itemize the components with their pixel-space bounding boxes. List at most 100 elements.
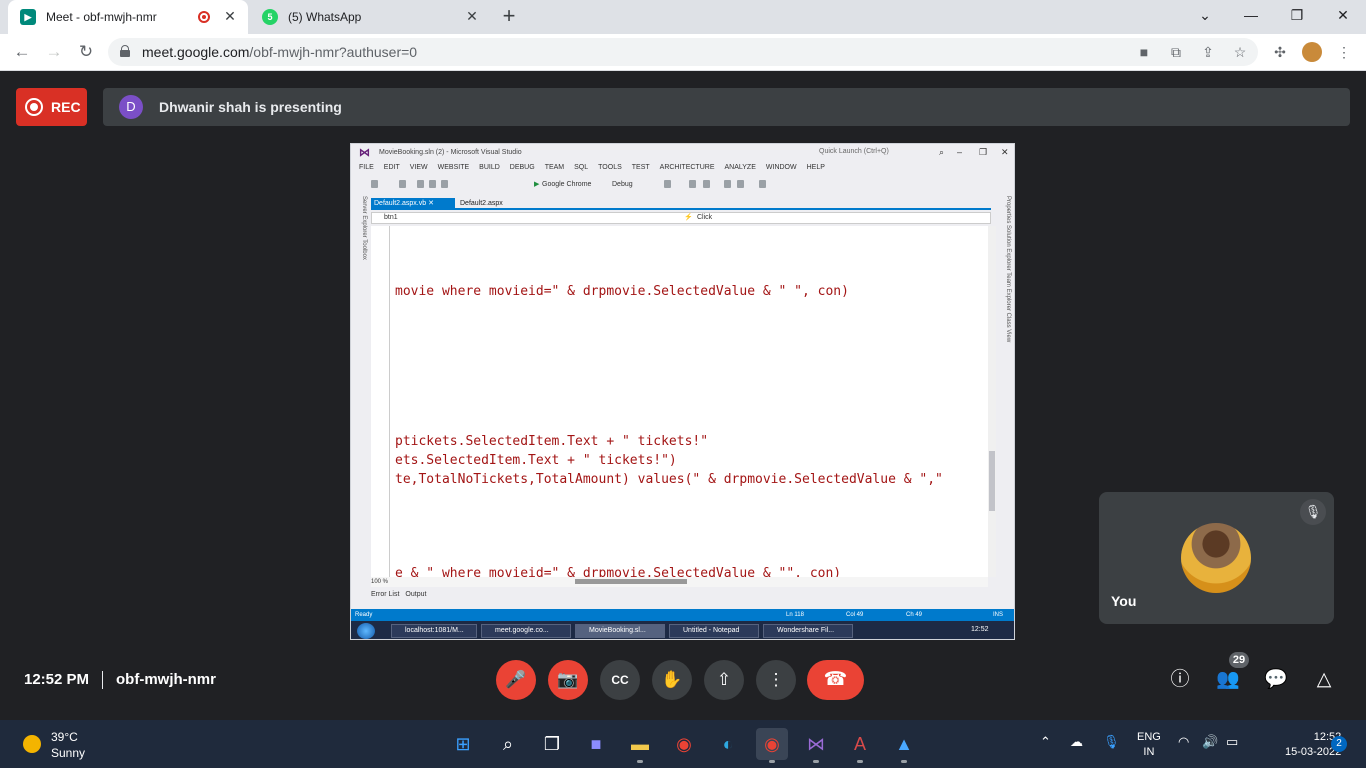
chevron-up-icon[interactable]: ⌃ bbox=[1040, 734, 1051, 750]
bookmark-star-icon[interactable]: ☆ bbox=[1230, 42, 1250, 62]
editor-margin bbox=[389, 226, 390, 577]
vs-menu-item: ANALYZE bbox=[724, 164, 756, 171]
tab-title: (5) WhatsApp bbox=[288, 10, 362, 24]
meeting-code: obf-mwjh-nmr bbox=[116, 671, 216, 688]
search-icon[interactable]: ⌕ bbox=[492, 728, 524, 760]
notification-badge[interactable]: 2 bbox=[1331, 736, 1347, 752]
code-line: movie where movieid=" & drpmovie.Selecte… bbox=[395, 284, 849, 299]
code-line: ets.SelectedItem.Text + " tickets!") bbox=[395, 453, 677, 468]
menu-icon[interactable]: ⋮ bbox=[1334, 42, 1354, 62]
vs-menu-item: TOOLS bbox=[598, 164, 622, 171]
participants-count: 29 bbox=[1229, 652, 1249, 668]
self-video-tile[interactable]: 🎙 You bbox=[1099, 492, 1334, 624]
volume-icon[interactable]: 🔊 bbox=[1202, 734, 1218, 750]
chrome-icon[interactable]: ◉ bbox=[756, 728, 788, 763]
vs-menu-item: TEAM bbox=[544, 164, 565, 171]
reload-icon[interactable]: ↻ bbox=[74, 40, 98, 64]
task-view-icon[interactable]: ❐ bbox=[536, 728, 568, 760]
raise-hand-button[interactable]: ✋ bbox=[652, 660, 692, 700]
end-call-button[interactable]: ☎ bbox=[807, 660, 864, 700]
scroll-thumb bbox=[575, 579, 687, 584]
start-icon[interactable]: ⊞ bbox=[447, 728, 479, 760]
back-icon[interactable]: ← bbox=[10, 40, 34, 64]
editor-horizontal-scrollbar: 100 % bbox=[371, 577, 988, 587]
profile-avatar[interactable] bbox=[1302, 42, 1322, 62]
access-icon[interactable]: A bbox=[844, 728, 876, 763]
meeting-time: 12:52 PM bbox=[24, 671, 90, 688]
meeting-details-icon[interactable]: ⓘ bbox=[1167, 667, 1193, 693]
new-project-icon bbox=[399, 180, 406, 188]
visual-studio-icon: ⋈ bbox=[359, 147, 370, 159]
weather-icon[interactable] bbox=[23, 735, 41, 753]
chrome-icon[interactable]: ◉ bbox=[668, 728, 700, 760]
onedrive-icon[interactable]: ☁ bbox=[1070, 734, 1083, 750]
taskbar-item: Untitled - Notepad bbox=[669, 624, 759, 638]
meet-icon: ▶ bbox=[20, 9, 36, 25]
run-target: Google Chrome bbox=[542, 181, 592, 188]
tab-meet[interactable]: ▶ Meet - obf-mwjh-nmr ✕ bbox=[8, 0, 248, 34]
mic-off-icon: 🎙 bbox=[1300, 499, 1326, 525]
share-icon[interactable]: ⇪ bbox=[1198, 42, 1218, 62]
chat-icon[interactable]: 💬 bbox=[1263, 667, 1289, 693]
minimize-button[interactable]: — bbox=[1228, 0, 1274, 30]
camera-toggle-button[interactable]: 📷 bbox=[548, 660, 588, 700]
vs-bottom-tabs: Error List Output bbox=[371, 591, 426, 598]
photos-icon[interactable]: ▲ bbox=[888, 728, 920, 763]
minimize-icon: – bbox=[957, 147, 963, 157]
people-icon[interactable]: 👥 bbox=[1215, 667, 1241, 693]
tab-search-icon[interactable]: ⌄ bbox=[1182, 0, 1228, 30]
close-icon[interactable]: ✕ bbox=[464, 8, 480, 24]
find-icon bbox=[664, 180, 671, 188]
back-icon bbox=[371, 180, 378, 188]
vs-document-tabs: Default2.aspx.vb ✕ Default2.aspx bbox=[371, 198, 991, 210]
presenting-banner: D Dhwanir shah is presenting bbox=[103, 88, 1350, 126]
presenter-avatar: D bbox=[119, 95, 143, 119]
status-ch: Ch 49 bbox=[906, 612, 923, 618]
new-tab-button[interactable]: + bbox=[498, 5, 520, 28]
close-window-button[interactable]: ✕ bbox=[1320, 0, 1366, 30]
camera-icon[interactable]: ■ bbox=[1134, 42, 1154, 62]
bookmark-icon bbox=[759, 180, 766, 188]
presenting-text: Dhwanir shah is presenting bbox=[159, 99, 342, 115]
save-icon bbox=[429, 180, 436, 188]
vs-menu-item: TEST bbox=[631, 164, 650, 171]
open-external-icon[interactable]: ⧉ bbox=[1166, 42, 1186, 62]
status-col: Col 49 bbox=[846, 612, 864, 618]
close-icon: ✕ bbox=[1001, 147, 1009, 157]
address-bar[interactable]: meet.google.com/obf-mwjh-nmr?authuser=0 … bbox=[108, 38, 1258, 66]
vs-right-panels: Properties Solution Explorer Team Explor… bbox=[1005, 196, 1011, 343]
tab-whatsapp[interactable]: 5 (5) WhatsApp ✕ bbox=[250, 0, 490, 34]
more-options-button[interactable]: ⋮ bbox=[756, 660, 796, 700]
vs-status-bar: Ready Ln 118 Col 49 Ch 49 INS bbox=[351, 609, 1014, 621]
forward-icon[interactable]: → bbox=[42, 40, 66, 64]
microphone-icon[interactable]: 🎙 bbox=[1103, 734, 1120, 750]
vs-navigation-bar: btn1 ⚡ Click bbox=[371, 212, 991, 224]
shared-clock: 12:52 bbox=[971, 626, 989, 633]
meet-control-bar: 12:52 PM obf-mwjh-nmr 🎤 📷 CC ✋ ⇧ ⋮ ☎ ⓘ 👥… bbox=[0, 652, 1366, 705]
captions-button[interactable]: CC bbox=[600, 660, 640, 700]
visual-studio-icon[interactable]: ⋈ bbox=[800, 728, 832, 763]
vs-menu-item: VIEW bbox=[409, 164, 428, 171]
language-indicator[interactable]: ENG IN bbox=[1137, 730, 1161, 760]
shared-screen: ⋈ MovieBooking.sln (2) - Microsoft Visua… bbox=[350, 143, 1015, 640]
present-button[interactable]: ⇧ bbox=[704, 660, 744, 700]
event-icon: ⚡ bbox=[684, 214, 693, 221]
vs-quick-launch: Quick Launch (Ctrl+Q) bbox=[819, 148, 889, 155]
toolbar-icon bbox=[703, 180, 710, 188]
nav-member: btn1 bbox=[384, 214, 398, 221]
file-explorer-icon[interactable]: ▬ bbox=[624, 728, 656, 763]
vs-menu-item: EDIT bbox=[383, 164, 400, 171]
chat-icon[interactable]: ■ bbox=[580, 728, 612, 760]
battery-icon[interactable]: ▭ bbox=[1226, 734, 1238, 750]
editor-vertical-scrollbar bbox=[988, 226, 996, 577]
close-icon[interactable]: ✕ bbox=[222, 8, 238, 24]
edge-icon[interactable]: ◐ bbox=[712, 728, 744, 760]
mic-toggle-button[interactable]: 🎤 bbox=[496, 660, 536, 700]
browser-toolbar: ← → ↻ meet.google.com/obf-mwjh-nmr?authu… bbox=[0, 34, 1366, 71]
activities-icon[interactable]: △ bbox=[1311, 667, 1337, 693]
rec-label: REC bbox=[51, 99, 81, 115]
restore-button[interactable]: ❐ bbox=[1274, 0, 1320, 30]
wifi-icon[interactable]: ◠ bbox=[1178, 734, 1189, 750]
extensions-icon[interactable]: ✣ bbox=[1270, 42, 1290, 62]
recording-badge: REC bbox=[16, 88, 87, 126]
